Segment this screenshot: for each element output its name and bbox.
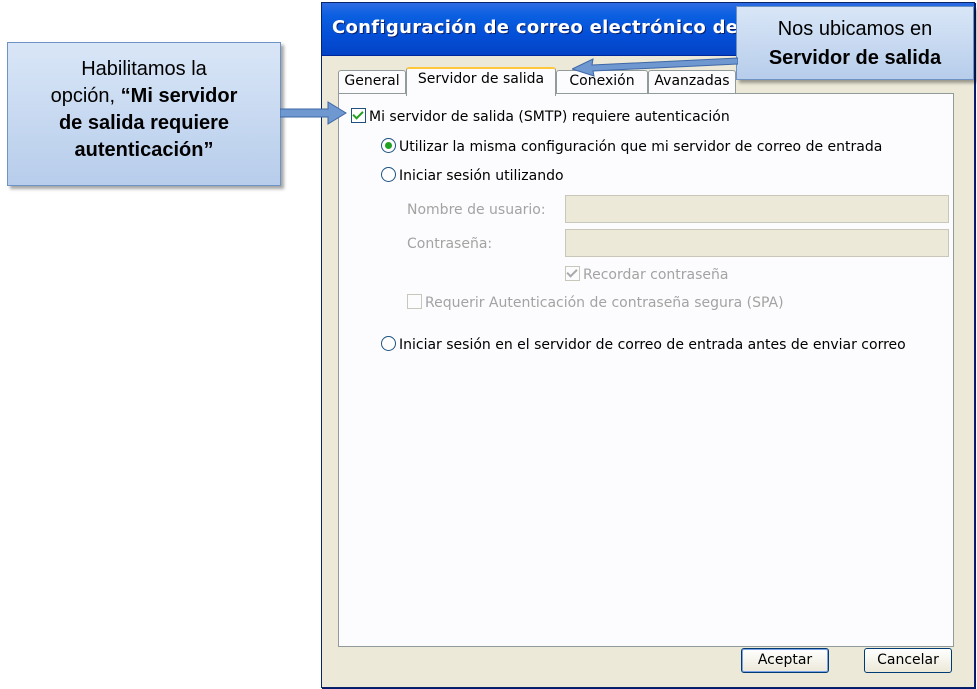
- tab-outgoing-server[interactable]: Servidor de salida: [406, 67, 556, 96]
- callout-left-line1: Habilitamos la: [81, 58, 207, 80]
- window-title: Configuración de correo electrónico de I…: [332, 17, 774, 38]
- annotation-callout-left: Habilitamos la opción, “Mi servidor de s…: [7, 42, 281, 186]
- smtp-auth-label: Mi servidor de salida (SMTP) requiere au…: [369, 109, 730, 125]
- arrow-left-icon: [572, 57, 738, 77]
- callout-right-line1: Nos ubicamos en: [777, 18, 933, 40]
- spa-label: Requerir Autenticación de contraseña seg…: [425, 295, 784, 311]
- smtp-auth-checkbox[interactable]: Mi servidor de salida (SMTP) requiere au…: [351, 108, 730, 125]
- password-label: Contraseña:: [407, 236, 493, 252]
- cancel-button[interactable]: Cancelar: [864, 648, 952, 673]
- radio-login-using[interactable]: Iniciar sesión utilizando: [381, 167, 564, 184]
- password-field[interactable]: [565, 229, 949, 257]
- callout-left-line2: opción, “Mi servidor: [8, 83, 280, 110]
- remember-password-label: Recordar contraseña: [583, 267, 729, 283]
- remember-password-checkbox[interactable]: Recordar contraseña: [565, 266, 728, 283]
- radio-login-before-send-label: Iniciar sesión en el servidor de correo …: [399, 337, 906, 353]
- checkbox-checked-icon: [565, 266, 580, 281]
- spa-checkbox[interactable]: Requerir Autenticación de contraseña seg…: [407, 294, 784, 311]
- radio-login-using-label: Iniciar sesión utilizando: [399, 168, 564, 184]
- tab-panel-outgoing-server: Mi servidor de salida (SMTP) requiere au…: [338, 93, 954, 647]
- username-field[interactable]: [565, 195, 949, 223]
- radio-unselected-icon: [381, 167, 396, 182]
- checkbox-checked-icon: [351, 108, 366, 123]
- callout-left-line2-bold: “Mi servidor: [120, 85, 238, 107]
- arrow-right-icon: [280, 101, 347, 125]
- callout-left-line3: de salida requiere: [58, 112, 230, 134]
- callout-left-line4: autenticación”: [74, 139, 214, 161]
- radio-same-config[interactable]: Utilizar la misma configuración que mi s…: [381, 138, 882, 155]
- callout-right-line2: Servidor de salida: [768, 47, 942, 69]
- email-settings-dialog: Configuración de correo electrónico de I…: [321, 2, 975, 688]
- callout-left-line2-prefix: opción,: [50, 85, 116, 107]
- checkbox-unchecked-icon: [407, 294, 422, 309]
- username-label: Nombre de usuario:: [407, 202, 546, 218]
- tab-general[interactable]: General: [338, 70, 406, 93]
- radio-unselected-icon: [381, 336, 396, 351]
- radio-selected-icon: [381, 138, 396, 153]
- radio-same-config-label: Utilizar la misma configuración que mi s…: [399, 139, 883, 155]
- radio-login-before-send[interactable]: Iniciar sesión en el servidor de correo …: [381, 336, 906, 353]
- annotation-callout-right: Nos ubicamos en Servidor de salida: [736, 6, 974, 80]
- accept-button[interactable]: Aceptar: [741, 648, 829, 673]
